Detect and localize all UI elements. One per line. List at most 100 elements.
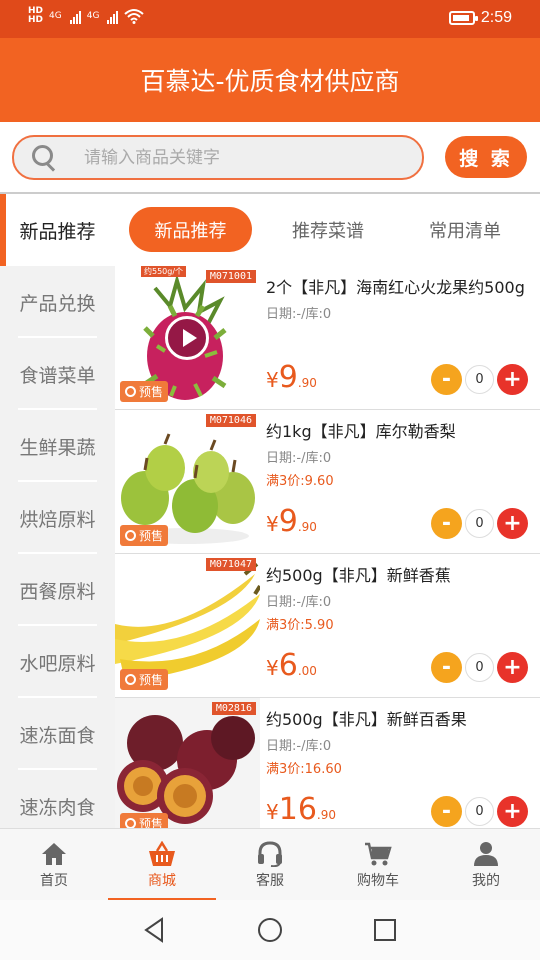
product-date-stock: 日期:-/库:0 — [266, 595, 332, 610]
hd-icon: HD HD — [28, 6, 44, 25]
tab-recipes[interactable]: 推荐菜谱 — [267, 207, 389, 252]
price-decimal: .90 — [316, 808, 337, 822]
product-card[interactable]: M02816 预售 约500g【非凡】新鲜百香果 日期:-/库:0 满3价:16… — [115, 698, 540, 828]
price-integer: 9 — [278, 360, 298, 395]
price-currency: ¥ — [266, 368, 279, 392]
play-video-icon[interactable] — [165, 316, 209, 360]
search-row: 搜 索 — [0, 122, 540, 192]
product-bulk-price: 满3价:16.60 — [266, 762, 342, 777]
status-right: 2:59 — [448, 9, 512, 27]
signal-icon — [69, 8, 81, 24]
wifi-icon — [124, 9, 145, 24]
sidebar-item-bar[interactable]: 水吧原料 — [0, 626, 115, 698]
product-image[interactable]: 约550g/个 M071001 预售 — [115, 266, 260, 406]
presale-label: 预售 — [139, 385, 164, 399]
quantity-value[interactable]: 0 — [465, 797, 494, 826]
nav-label: 商城 — [148, 872, 176, 889]
passion-fruit-image — [115, 698, 260, 828]
increase-button[interactable]: + — [497, 796, 528, 827]
presale-badge: 预售 — [120, 381, 169, 402]
decrease-button[interactable]: - — [431, 364, 462, 395]
search-input[interactable] — [84, 147, 404, 168]
nav-cart[interactable]: 购物车 — [324, 829, 432, 901]
increase-button[interactable]: + — [497, 652, 528, 683]
tab-new[interactable]: 新品推荐 — [129, 207, 252, 252]
search-box[interactable] — [12, 135, 424, 180]
app-header: 百慕达-优质食材供应商 — [0, 38, 540, 122]
sidebar-item-new[interactable]: 新品推荐 — [0, 194, 115, 266]
increase-button[interactable]: + — [497, 508, 528, 539]
presale-badge: 预售 — [120, 813, 169, 828]
product-card[interactable]: M071047 预售 约500g【非凡】新鲜香蕉 日期:-/库:0 满3价:5.… — [115, 554, 540, 698]
home-icon — [42, 842, 66, 865]
bottom-nav: 首页 商城 客服 购物车 我的 — [0, 828, 540, 901]
product-image[interactable]: M071047 预售 — [115, 554, 260, 694]
sidebar-item-label: 水吧原料 — [19, 652, 96, 675]
presale-label: 预售 — [139, 817, 164, 828]
sidebar-item-label: 食谱菜单 — [19, 364, 96, 387]
product-image[interactable]: M071046 预售 — [115, 410, 260, 550]
sidebar-item-label: 新品推荐 — [19, 220, 96, 243]
sidebar-item-produce[interactable]: 生鲜果蔬 — [0, 410, 115, 482]
system-nav-bar — [0, 900, 540, 960]
status-time: 2:59 — [480, 9, 512, 26]
product-price: ¥6.00 — [266, 648, 317, 683]
price-integer: 6 — [278, 648, 298, 683]
sidebar-item-baking[interactable]: 烘焙原料 — [0, 482, 115, 554]
quantity-value[interactable]: 0 — [465, 653, 494, 682]
sidebar-item-exchange[interactable]: 产品兑换 — [0, 266, 115, 338]
network-label-1: 4G — [49, 11, 62, 21]
decrease-button[interactable]: - — [431, 508, 462, 539]
increase-button[interactable]: + — [497, 364, 528, 395]
tab-lists[interactable]: 常用清单 — [404, 207, 526, 252]
product-name[interactable]: 约500g【非凡】新鲜百香果 — [266, 706, 467, 730]
nav-service[interactable]: 客服 — [216, 829, 324, 901]
nav-label: 首页 — [40, 872, 68, 889]
product-name[interactable]: 2个【非凡】海南红心火龙果约500g — [266, 274, 525, 298]
signal-icon — [107, 8, 119, 24]
price-currency: ¥ — [266, 656, 279, 680]
sidebar-item-label: 生鲜果蔬 — [19, 436, 96, 459]
presale-badge: 预售 — [120, 669, 169, 690]
home-circle-icon[interactable] — [255, 915, 285, 945]
status-left: HD HD 4G 4G — [28, 6, 145, 25]
nav-mall[interactable]: 商城 — [108, 829, 216, 901]
sidebar-item-label: 速冻肉食 — [19, 796, 96, 819]
network-label-2: 4G — [86, 11, 100, 21]
sidebar-item-label: 产品兑换 — [19, 292, 96, 315]
nav-home[interactable]: 首页 — [0, 829, 108, 901]
product-date-stock: 日期:-/库:0 — [266, 451, 332, 466]
product-date-stock: 日期:-/库:0 — [266, 307, 332, 322]
product-code-badge: M071046 — [205, 414, 256, 427]
product-name[interactable]: 约500g【非凡】新鲜香蕉 — [266, 562, 451, 586]
sidebar-item-recipes[interactable]: 食谱菜单 — [0, 338, 115, 410]
sidebar-item-label: 速冻面食 — [19, 724, 96, 747]
sidebar-item-label: 烘焙原料 — [19, 508, 96, 531]
product-card[interactable]: M071046 预售 约1kg【非凡】库尔勒香梨 日期:-/库:0 满3价:9.… — [115, 410, 540, 554]
quantity-value[interactable]: 0 — [465, 365, 494, 394]
clock-icon — [125, 530, 136, 541]
search-button[interactable]: 搜 索 — [445, 136, 527, 178]
decrease-button[interactable]: - — [431, 796, 462, 827]
headset-icon — [258, 840, 282, 867]
nav-label: 客服 — [256, 872, 284, 889]
decrease-button[interactable]: - — [431, 652, 462, 683]
sidebar-item-frozen-dough[interactable]: 速冻面食 — [0, 698, 115, 770]
back-icon[interactable] — [140, 915, 170, 945]
search-icon — [32, 144, 58, 171]
product-name[interactable]: 约1kg【非凡】库尔勒香梨 — [266, 418, 456, 442]
price-decimal: .00 — [297, 664, 317, 678]
recents-icon[interactable] — [370, 915, 400, 945]
product-bulk-price: 满3价:5.90 — [266, 618, 334, 633]
nav-mine[interactable]: 我的 — [432, 829, 540, 901]
sidebar-item-western[interactable]: 西餐原料 — [0, 554, 115, 626]
price-currency: ¥ — [266, 512, 279, 536]
product-image[interactable]: M02816 预售 — [115, 698, 260, 828]
product-code-badge: M02816 — [211, 702, 256, 715]
price-currency: ¥ — [266, 800, 279, 824]
quantity-stepper: - 0 + — [431, 796, 528, 827]
quantity-value[interactable]: 0 — [465, 509, 494, 538]
sidebar-item-frozen-meat[interactable]: 速冻肉食 — [0, 770, 115, 828]
product-card[interactable]: 约550g/个 M071001 预售 2个【非凡】海南红心火龙果约500g 日期… — [115, 266, 540, 410]
product-price: ¥9.90 — [266, 504, 317, 539]
